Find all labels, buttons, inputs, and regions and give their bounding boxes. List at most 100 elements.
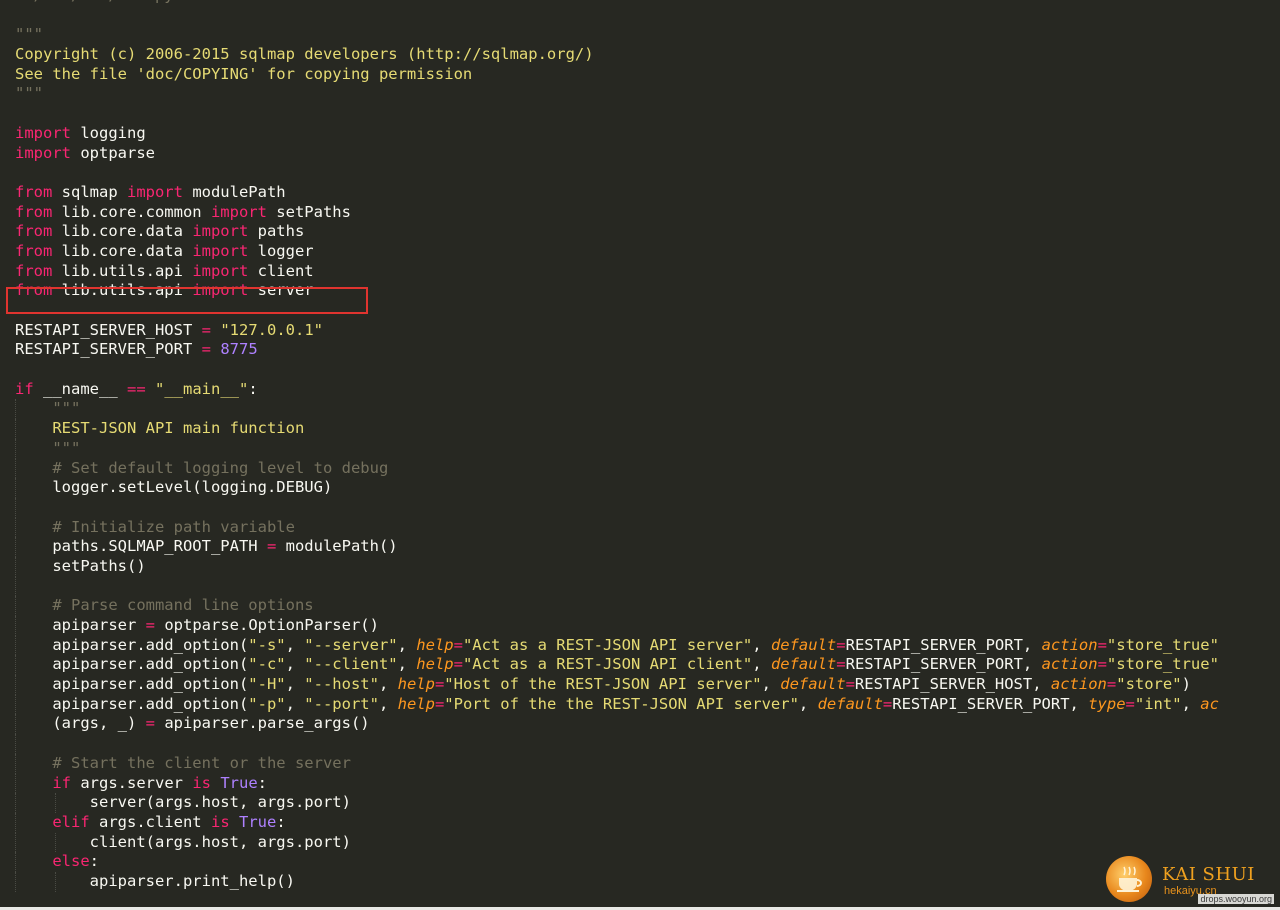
code-line[interactable]: # Parse command line options <box>0 596 1280 616</box>
code-line[interactable]: """ <box>0 84 1280 104</box>
code-token-param: help <box>416 655 454 674</box>
code-token-comment: """ <box>52 399 81 418</box>
watermark-title: KAI SHUI <box>1162 864 1255 885</box>
code-line[interactable]: from lib.core.data import paths <box>0 222 1280 242</box>
code-token-plain: (args, _) <box>52 714 146 733</box>
code-line[interactable]: client(args.host, args.port) <box>0 832 1280 853</box>
code-line[interactable]: from lib.core.common import setPaths <box>0 203 1280 223</box>
code-line[interactable]: apiparser.print_help() <box>0 871 1280 892</box>
code-line[interactable]: import optparse <box>0 144 1280 164</box>
code-token-keyword: = <box>434 694 445 713</box>
code-token-keyword: = <box>145 616 155 634</box>
code-line[interactable] <box>0 163 1280 183</box>
code-line[interactable]: logger.setLevel(logging.DEBUG) <box>0 478 1280 498</box>
code-line[interactable]: """ <box>0 25 1280 45</box>
code-line[interactable]: else: <box>0 852 1280 872</box>
code-line[interactable] <box>0 301 1280 321</box>
code-line[interactable]: # Set default logging level to debug <box>0 458 1280 479</box>
indent-guide <box>15 576 16 597</box>
code-line[interactable]: apiparser.add_option("-p", "--port", hel… <box>0 694 1280 715</box>
code-line[interactable]: """ <box>0 438 1280 459</box>
indent-guide <box>15 517 16 538</box>
code-line[interactable]: apiparser.add_option("-s", "--server", h… <box>0 635 1280 656</box>
code-token-plain: lib.core.data <box>52 241 193 260</box>
code-line[interactable]: from sqlmap import modulePath <box>0 183 1280 203</box>
code-line[interactable] <box>0 734 1280 754</box>
code-line[interactable] <box>0 576 1280 597</box>
code-line[interactable] <box>0 497 1280 518</box>
code-token-param: action <box>1041 655 1098 674</box>
code-line[interactable]: from lib.utils.api import client <box>0 262 1280 282</box>
code-line[interactable]: server(args.host, args.port) <box>0 793 1280 813</box>
code-line[interactable] <box>0 360 1280 380</box>
code-line[interactable]: # Initialize path variable <box>0 517 1280 538</box>
code-line[interactable]: from lib.core.data import logger <box>0 242 1280 262</box>
code-token-param: default <box>780 675 846 694</box>
code-line[interactable]: apiparser = optparse.OptionParser() <box>0 616 1280 636</box>
code-line[interactable]: paths.SQLMAP_ROOT_PATH = modulePath() <box>0 537 1280 557</box>
indent-guide <box>15 675 16 695</box>
code-token-keyword: = <box>201 320 211 339</box>
code-line[interactable]: if __name__ == "__main__": <box>0 380 1280 400</box>
code-token-plain: , <box>798 694 818 713</box>
code-token-plain: , <box>285 635 305 654</box>
code-token-plain: lib.utils.api <box>52 281 193 300</box>
code-token-keyword: == <box>127 379 146 398</box>
code-token-plain: optparse <box>71 143 155 162</box>
code-line[interactable]: apiparser.add_option("-c", "--client", h… <box>0 655 1280 676</box>
code-token-keyword: = <box>1097 655 1107 674</box>
code-token-keyword: = <box>145 714 155 733</box>
code-line[interactable]: See the file 'doc/COPYING' for copying p… <box>0 65 1280 85</box>
code-token-string: "-c" <box>248 655 286 674</box>
code-line[interactable] <box>0 6 1280 26</box>
code-token-plain: , <box>752 635 771 654</box>
code-line[interactable]: apiparser.add_option("-H", "--host", hel… <box>0 675 1280 695</box>
code-token-plain: lib.core.common <box>52 202 211 221</box>
code-line[interactable]: from lib.utils.api import server <box>0 281 1280 301</box>
code-token-param: ac <box>1200 694 1219 713</box>
code-token-plain: : <box>257 773 268 792</box>
code-line[interactable]: Copyright (c) 2006-2015 sqlmap developer… <box>0 45 1280 65</box>
indent-guide <box>15 832 16 853</box>
code-token-plain: logging <box>71 123 146 142</box>
indent-guide <box>55 793 56 813</box>
code-token-plain: , <box>761 675 781 694</box>
code-token-plain: __name__ <box>33 379 127 398</box>
code-line[interactable] <box>0 104 1280 124</box>
code-token-plain: paths.SQLMAP_ROOT_PATH <box>52 537 267 556</box>
code-token-plain: apiparser.parse_args() <box>155 714 370 733</box>
code-token-plain: sqlmap <box>52 182 127 201</box>
code-line[interactable]: RESTAPI_SERVER_HOST = "127.0.0.1" <box>0 321 1280 341</box>
code-line[interactable]: # Start the client or the server <box>0 753 1280 774</box>
indent-guide <box>15 537 16 557</box>
code-token-keyword: from <box>15 202 53 221</box>
code-line[interactable]: elif args.client is True: <box>0 812 1280 833</box>
code-editor[interactable]: #!/usr/bin/env python"""Copyright (c) 20… <box>0 0 1280 910</box>
code-token-keyword: = <box>266 537 277 556</box>
code-line[interactable]: if args.server is True: <box>0 773 1280 794</box>
code-line[interactable]: """ <box>0 399 1280 420</box>
code-token-comment: # Parse command line options <box>52 596 314 615</box>
code-line[interactable]: setPaths() <box>0 556 1280 577</box>
code-token-keyword: = <box>845 675 855 694</box>
code-token-string: "store_true" <box>1106 655 1219 674</box>
code-token-keyword: if <box>52 773 71 792</box>
code-token-plain: RESTAPI_SERVER_PORT <box>15 340 202 359</box>
code-line[interactable]: RESTAPI_SERVER_PORT = 8775 <box>0 340 1280 360</box>
code-token-plain: modulePath() <box>276 537 398 556</box>
code-token-param: help <box>397 694 435 713</box>
code-line[interactable]: import logging <box>0 124 1280 144</box>
indent-guide <box>55 871 56 892</box>
code-line[interactable]: REST-JSON API main function <box>0 419 1280 439</box>
code-line[interactable]: (args, _) = apiparser.parse_args() <box>0 714 1280 735</box>
indent-guide <box>15 438 16 459</box>
